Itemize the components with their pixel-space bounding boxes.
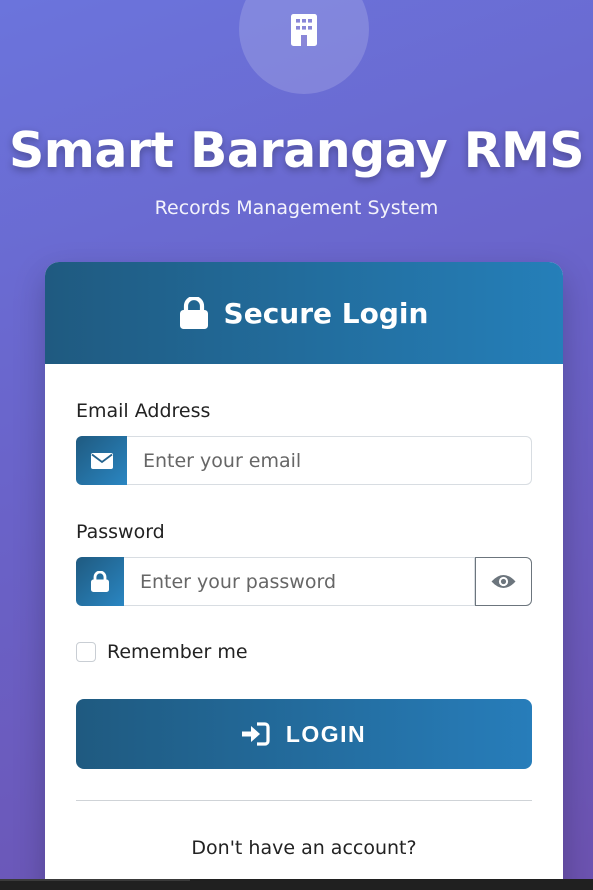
remember-me-label: Remember me (107, 641, 248, 663)
toggle-password-visibility-button[interactable] (475, 557, 532, 606)
bottom-bar (0, 879, 593, 890)
login-button-label: LOGIN (285, 720, 367, 747)
email-label: Email Address (76, 400, 211, 422)
logo-badge (239, 0, 369, 94)
envelope-icon (90, 452, 113, 469)
app-title: Smart Barangay RMS (8, 122, 585, 179)
password-input-group (76, 557, 532, 606)
eye-icon (491, 575, 516, 588)
card-header: Secure Login (45, 262, 563, 364)
app-subtitle: Records Management System (154, 197, 439, 219)
lock-icon (91, 571, 109, 592)
bottom-bar-segment (0, 879, 190, 881)
remember-me-checkbox[interactable] (76, 642, 96, 662)
login-card: Secure Login Email Address Password (45, 262, 563, 890)
sign-in-icon (241, 722, 270, 746)
login-button[interactable]: LOGIN (76, 699, 532, 769)
lock-icon (179, 297, 208, 329)
password-label: Password (76, 521, 165, 543)
email-input[interactable] (127, 436, 532, 485)
building-icon (291, 14, 317, 46)
email-input-group (76, 436, 532, 485)
divider (76, 800, 532, 801)
password-input[interactable] (124, 557, 475, 606)
remember-me[interactable]: Remember me (76, 641, 248, 663)
signup-prompt: Don't have an account? (191, 837, 417, 859)
password-addon (76, 557, 124, 606)
email-addon (76, 436, 127, 485)
card-title: Secure Login (223, 296, 429, 330)
